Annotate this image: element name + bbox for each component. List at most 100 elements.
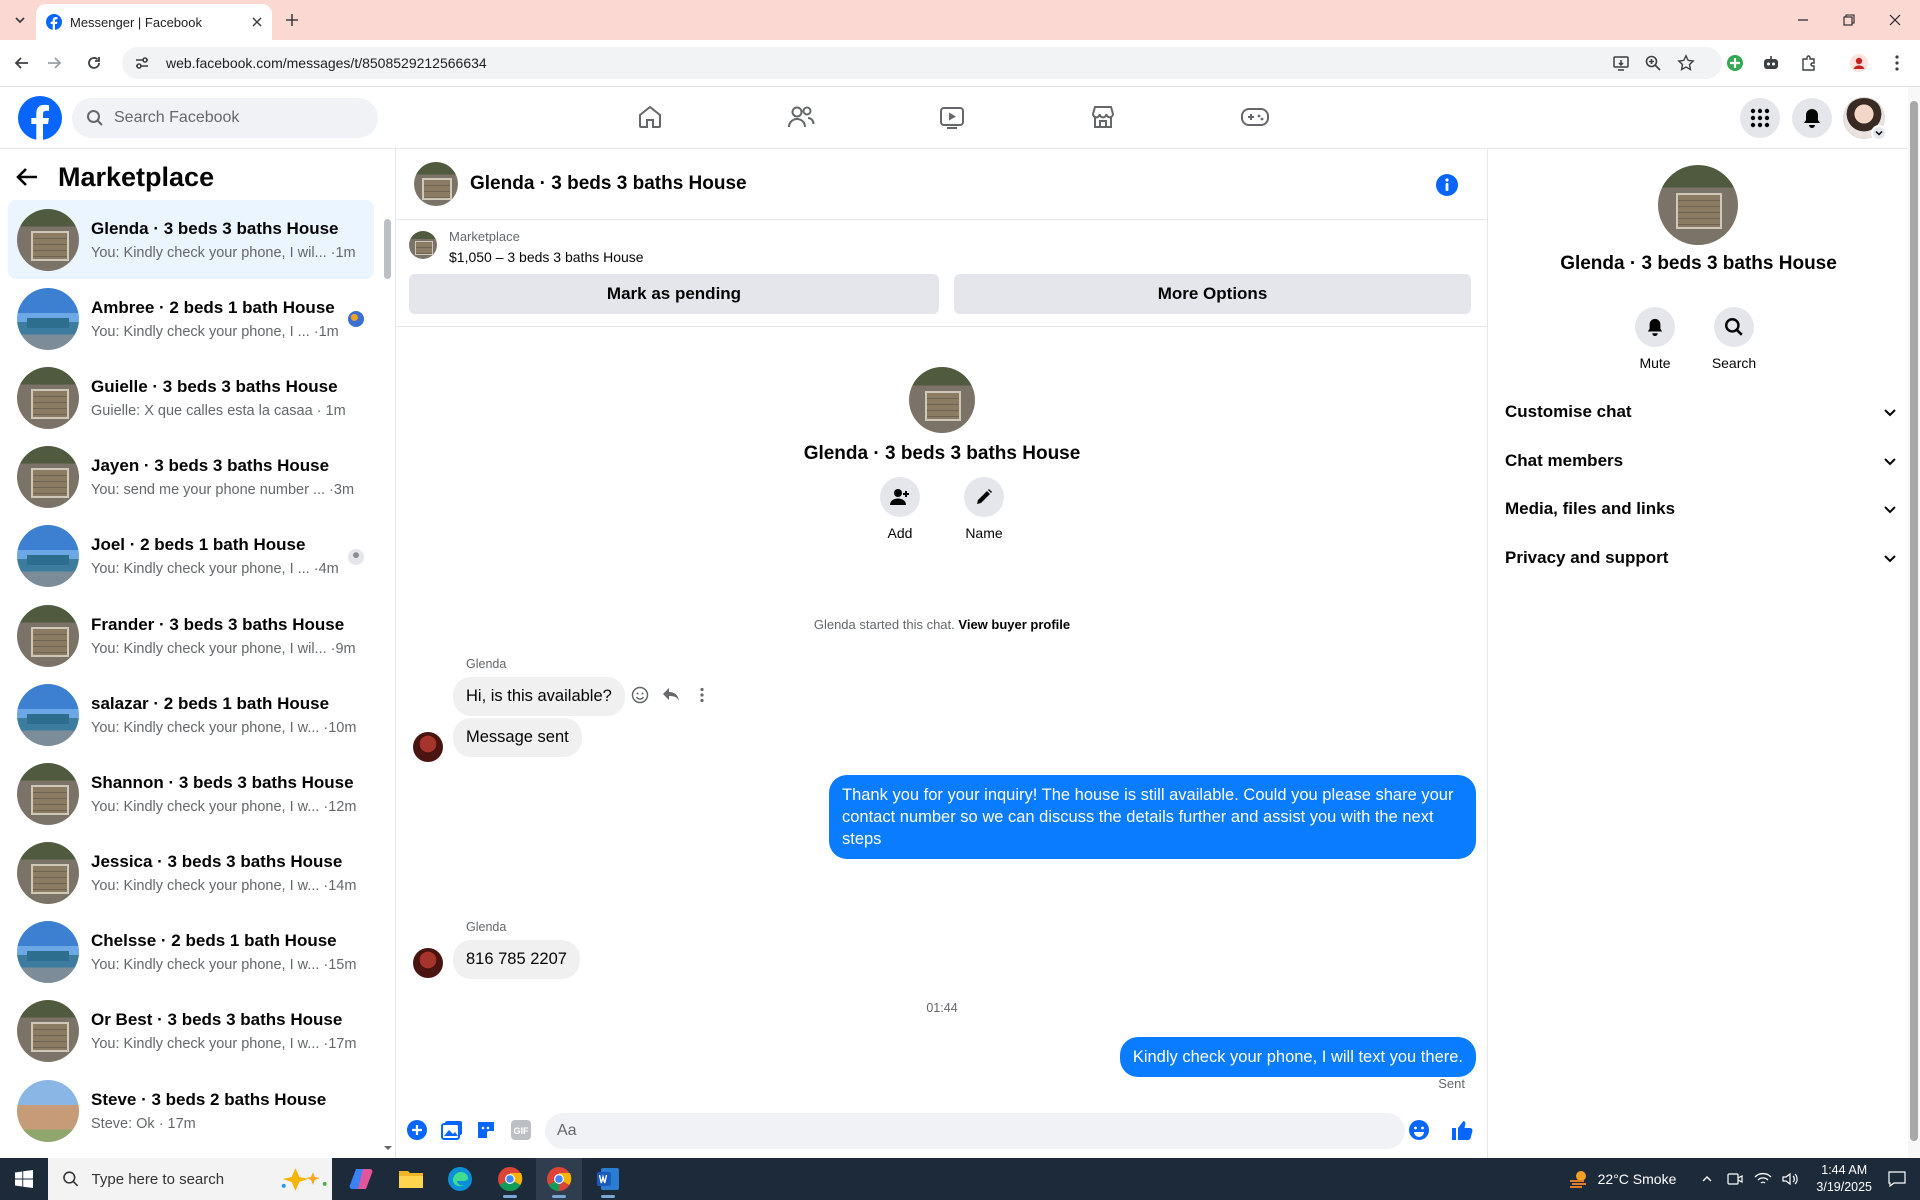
taskbar-app-edge[interactable] [437,1158,483,1200]
weather-widget[interactable]: 22°C Smoke [1568,1168,1676,1190]
chat-list-item[interactable]: Jessica · 3 beds 3 baths House You: Kindl… [8,834,374,913]
url-text[interactable]: web.facebook.com/messages/t/850852921256… [166,55,487,71]
bookmark-button[interactable] [1673,50,1699,76]
more-actions-button[interactable] [405,1118,429,1142]
forward-button[interactable] [41,50,67,76]
chat-list-item[interactable]: Jayen · 3 beds 3 baths House You: send me… [8,438,374,517]
show-hidden-icons-button[interactable] [1696,1168,1718,1190]
chat-list-item[interactable]: Guielle · 3 beds 3 baths House Guielle: X… [8,358,374,437]
zoom-button[interactable] [1640,50,1666,76]
restore-button[interactable] [1826,0,1872,40]
tray-network-icon[interactable] [1752,1168,1774,1190]
sidebar-scrollbar[interactable] [384,219,391,279]
message-input[interactable] [557,1122,1337,1140]
chat-list-item[interactable]: Frander · 3 beds 3 baths House You: Kindl… [8,596,374,675]
conversation-title[interactable]: Glenda · 3 beds 3 baths House [470,173,747,195]
react-button[interactable] [629,684,651,706]
browser-tab-messenger[interactable]: Messenger | Facebook [36,4,272,40]
nav-friends[interactable] [779,97,823,137]
mark-as-pending-button[interactable]: Mark as pending [409,274,939,314]
chat-list-item[interactable]: Shannon · 3 beds 3 baths House You: Kindl… [8,754,374,833]
sender-avatar[interactable] [413,948,443,978]
menu-button[interactable] [1740,98,1780,138]
chat-list-item[interactable]: Chelsse · 2 beds 1 bath House You: Kindly… [8,913,374,992]
account-menu-caret[interactable] [1871,125,1887,141]
incoming-message[interactable]: 816 785 2207 [453,940,580,979]
details-section-row[interactable]: Customise chat [1505,394,1897,430]
taskbar-search[interactable] [48,1158,332,1200]
taskbar-app-copilot[interactable] [338,1158,384,1200]
close-tab-icon[interactable] [252,17,262,27]
nav-watch[interactable] [930,97,974,137]
gif-button[interactable]: GIF [509,1118,533,1142]
scroll-down-arrow-icon[interactable] [383,1143,393,1153]
name-chat-button[interactable]: Name [964,477,1004,541]
details-section-row[interactable]: Privacy and support [1505,540,1897,576]
taskbar-search-input[interactable] [91,1170,262,1188]
outgoing-message[interactable]: Kindly check your phone, I will text you… [1119,1037,1476,1077]
chat-list-item[interactable]: Joel · 2 beds 1 bath House You: Kindly ch… [8,517,374,596]
profile-button[interactable] [1846,50,1872,76]
listing-thumbnail[interactable] [409,231,437,259]
site-settings-icon[interactable] [134,55,150,71]
tab-search-button[interactable] [8,8,32,32]
incoming-message[interactable]: Hi, is this available? [453,677,625,716]
taskbar-app-word[interactable] [585,1158,631,1200]
chat-list-item[interactable]: Or Best · 3 beds 3 baths House You: Kindl… [8,992,374,1071]
extension-button[interactable] [1758,50,1784,76]
browser-menu-button[interactable] [1884,50,1910,76]
reply-button[interactable] [660,684,682,706]
install-app-button[interactable] [1608,50,1634,76]
tray-meet-icon[interactable] [1724,1168,1746,1190]
new-tab-button[interactable] [280,8,304,32]
taskbar-app-chrome[interactable] [487,1158,533,1200]
listing-price[interactable]: $1,050 – 3 beds 3 baths House [449,249,644,265]
address-bar[interactable]: web.facebook.com/messages/t/850852921256… [122,47,1722,79]
sticker-button[interactable] [474,1118,498,1142]
info-icon[interactable] [1435,173,1459,197]
outgoing-message[interactable]: Thank you for your inquiry! The house is… [829,775,1476,859]
taskbar-app-chrome-profile[interactable] [536,1158,582,1200]
chat-list-item[interactable]: Ambree · 2 beds 1 bath House You: Kindly … [8,279,374,358]
mute-button[interactable]: Mute [1625,307,1685,371]
taskbar-clock[interactable]: 1:44 AM 3/19/2025 [1816,1162,1872,1196]
details-section-row[interactable]: Chat members [1505,443,1897,479]
notifications-button[interactable] [1792,98,1832,138]
message-more-button[interactable] [691,684,713,706]
more-options-button[interactable]: More Options [954,274,1471,314]
back-arrow-icon[interactable] [16,167,38,187]
details-avatar[interactable] [1658,165,1738,245]
sender-avatar[interactable] [413,732,443,762]
notification-center-button[interactable] [1886,1168,1908,1190]
incoming-message[interactable]: Message sent [453,718,582,757]
back-button[interactable] [9,50,35,76]
view-buyer-profile-link[interactable]: View buyer profile [958,617,1070,632]
minimize-button[interactable] [1780,0,1826,40]
chat-list-item[interactable]: Steve · 3 beds 2 baths House Steve: Ok · … [8,1071,374,1150]
chat-list-item[interactable]: salazar · 2 beds 1 bath House You: Kindly… [8,675,374,754]
search-in-conversation-button[interactable]: Search [1704,307,1764,371]
like-send-button[interactable] [1450,1118,1474,1142]
extension-plus-button[interactable] [1722,50,1748,76]
facebook-search-box[interactable] [72,98,378,138]
tray-volume-icon[interactable] [1780,1168,1802,1190]
nav-gaming[interactable] [1233,97,1277,137]
chat-list-item[interactable]: Glenda · 3 beds 3 baths House You: Kindly… [8,200,374,280]
details-section-row[interactable]: Media, files and links [1505,491,1897,527]
message-input-box[interactable] [545,1113,1405,1149]
extensions-menu-button[interactable] [1796,50,1822,76]
page-scrollbar[interactable] [1908,87,1920,1158]
reload-button[interactable] [81,50,107,76]
taskbar-app-file-explorer[interactable] [388,1158,434,1200]
start-button[interactable] [0,1158,48,1200]
emoji-button[interactable] [1407,1118,1431,1142]
close-window-button[interactable] [1872,0,1918,40]
facebook-search-input[interactable] [114,109,354,127]
page-scrollbar-thumb[interactable] [1910,101,1918,1141]
nav-marketplace[interactable] [1081,97,1125,137]
add-people-button[interactable]: Add [880,477,920,541]
facebook-logo[interactable] [18,96,62,140]
conversation-avatar[interactable] [414,162,458,206]
attach-photo-button[interactable] [440,1118,464,1142]
nav-home[interactable] [628,97,672,137]
